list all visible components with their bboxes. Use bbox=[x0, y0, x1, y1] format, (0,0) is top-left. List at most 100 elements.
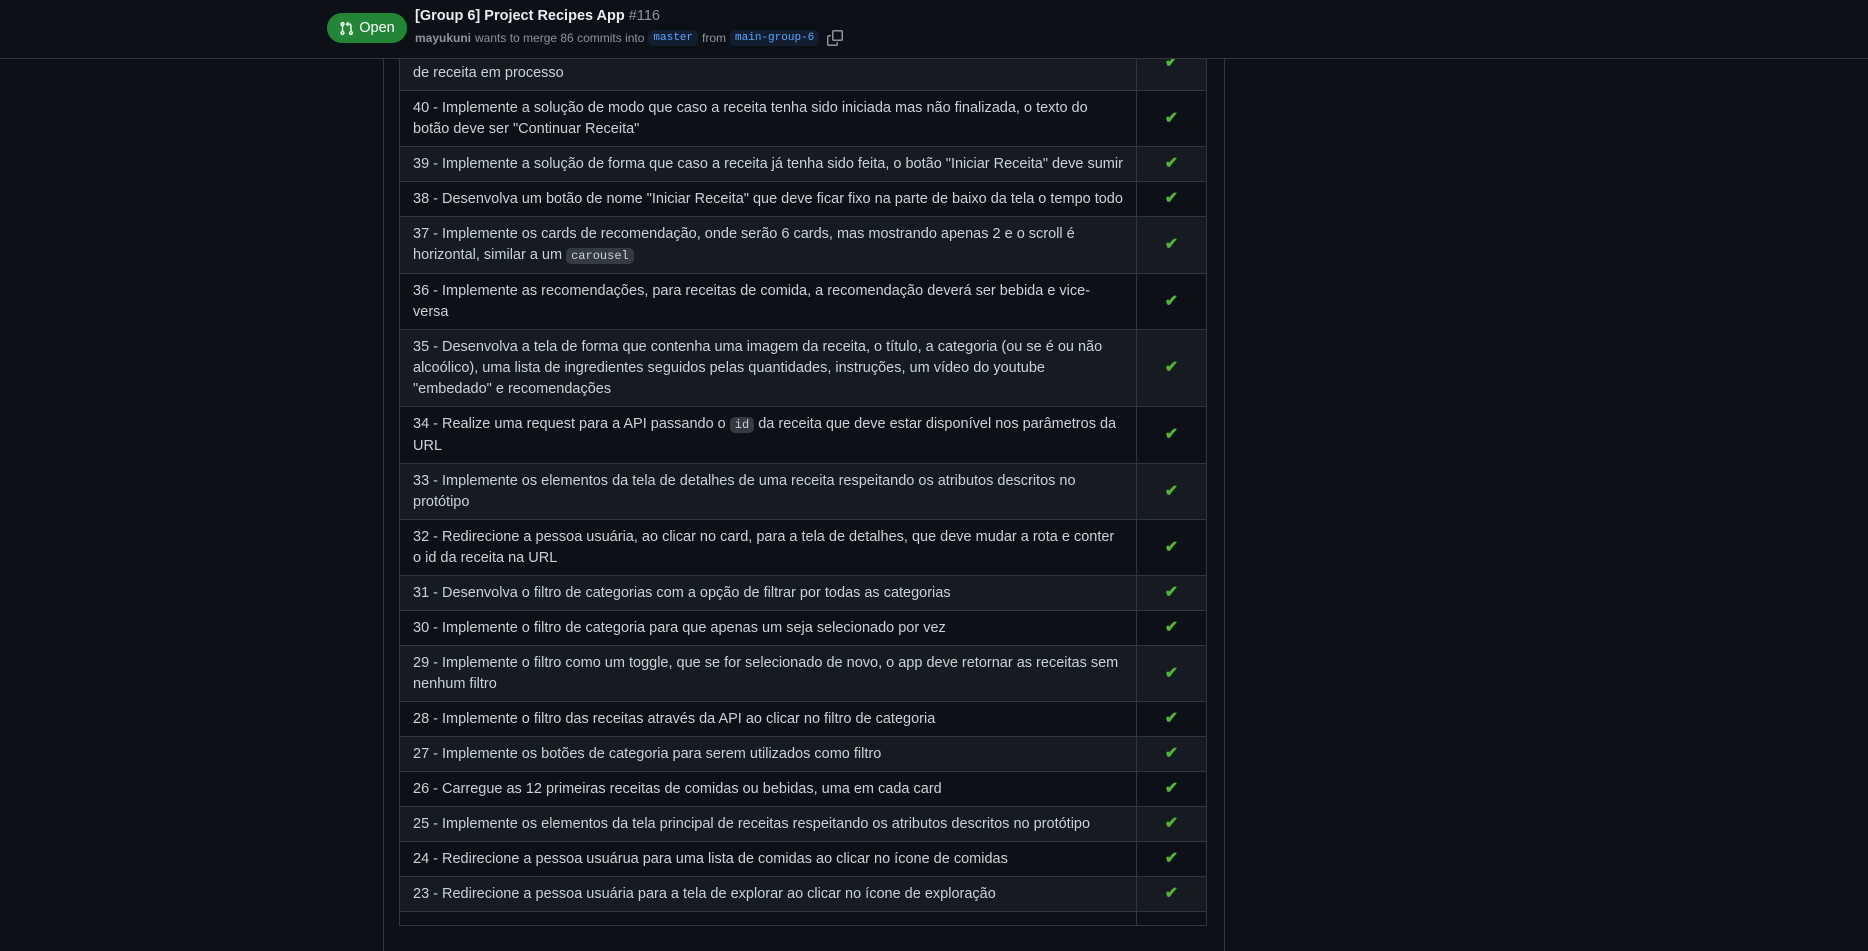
table-row: 39 - Implemente a solução de forma que c… bbox=[399, 146, 1207, 182]
table-row bbox=[399, 911, 1207, 926]
check-mark-icon: ✔ bbox=[1164, 815, 1179, 832]
requirement-text: 25 - Implemente os elementos da tela pri… bbox=[413, 816, 1091, 832]
table-row: 24 - Redirecione a pessoa usuárua para u… bbox=[399, 841, 1207, 877]
check-mark-icon: ✔ bbox=[1164, 850, 1179, 867]
requirement-text: 36 - Implemente as recomendações, para r… bbox=[413, 283, 1091, 320]
table-row: 31 - Desenvolva o filtro de categorias c… bbox=[399, 575, 1207, 611]
requirement-text: 40 - Implemente a solução de modo que ca… bbox=[413, 100, 1088, 137]
requirement-text: 32 - Redirecione a pessoa usuária, ao cl… bbox=[413, 529, 1115, 566]
requirement-cell: 28 - Implemente o filtro das receitas at… bbox=[399, 701, 1137, 737]
check-mark-icon: ✔ bbox=[1164, 109, 1179, 127]
requirement-cell: 31 - Desenvolva o filtro de categorias c… bbox=[399, 575, 1137, 611]
pr-author-link[interactable]: mayukuni bbox=[415, 31, 471, 45]
requirement-text: 27 - Implemente os botões de categoria p… bbox=[413, 746, 882, 762]
check-mark-icon: ✔ bbox=[1164, 426, 1179, 443]
requirement-cell: 39 - Implemente a solução de forma que c… bbox=[399, 146, 1137, 182]
status-cell: ✔ bbox=[1136, 519, 1207, 576]
requirement-cell bbox=[399, 911, 1137, 926]
requirement-cell: 24 - Redirecione a pessoa usuárua para u… bbox=[399, 841, 1137, 877]
requirement-text: 33 - Implemente os elementos da tela de … bbox=[413, 473, 1076, 510]
table-row: 36 - Implemente as recomendações, para r… bbox=[399, 273, 1207, 330]
requirement-text: 23 - Redirecione a pessoa usuária para a… bbox=[413, 886, 996, 902]
check-mark-icon: ✔ bbox=[1164, 292, 1179, 310]
requirement-cell: 40 - Implemente a solução de modo que ca… bbox=[399, 90, 1137, 147]
requirement-cell: 32 - Redirecione a pessoa usuária, ao cl… bbox=[399, 519, 1137, 576]
requirement-cell: 35 - Desenvolva a tela de forma que cont… bbox=[399, 329, 1137, 407]
pr-number: #116 bbox=[628, 8, 660, 24]
table-row: 33 - Implemente os elementos da tela de … bbox=[399, 463, 1207, 520]
requirement-cell: 34 - Realize uma request para a API pass… bbox=[399, 406, 1137, 464]
merge-description: wants to merge 86 commits into bbox=[475, 31, 645, 45]
requirement-cell: 36 - Implemente as recomendações, para r… bbox=[399, 273, 1137, 330]
status-cell: ✔ bbox=[1136, 90, 1207, 147]
status-cell: ✔ bbox=[1136, 575, 1207, 611]
table-row: 25 - Implemente os elementos da tela pri… bbox=[399, 806, 1207, 842]
inline-code: carousel bbox=[566, 248, 634, 264]
check-mark-icon: ✔ bbox=[1164, 745, 1179, 762]
table-row: 32 - Redirecione a pessoa usuária, ao cl… bbox=[399, 519, 1207, 576]
requirement-text: 31 - Desenvolva o filtro de categorias c… bbox=[413, 585, 951, 601]
requirement-text: 30 - Implemente o filtro de categoria pa… bbox=[413, 620, 946, 636]
requirement-cell: 29 - Implemente o filtro como um toggle,… bbox=[399, 645, 1137, 702]
table-row: 35 - Desenvolva a tela de forma que cont… bbox=[399, 329, 1207, 407]
requirement-text: 28 - Implemente o filtro das receitas at… bbox=[413, 711, 936, 727]
requirement-text: 39 - Implemente a solução de forma que c… bbox=[413, 156, 1123, 172]
table-row: 37 - Implemente os cards de recomendação… bbox=[399, 216, 1207, 274]
check-mark-icon: ✔ bbox=[1164, 482, 1179, 500]
requirements-table-body: 42 - Implemente um botão de compartilhar… bbox=[399, 0, 1207, 926]
status-cell: ✔ bbox=[1136, 329, 1207, 407]
status-cell: ✔ bbox=[1136, 181, 1207, 217]
check-mark-icon: ✔ bbox=[1164, 236, 1179, 253]
status-cell: ✔ bbox=[1136, 610, 1207, 646]
status-cell: ✔ bbox=[1136, 771, 1207, 807]
check-mark-icon: ✔ bbox=[1164, 710, 1179, 727]
requirement-cell: 23 - Redirecione a pessoa usuária para a… bbox=[399, 876, 1137, 912]
pr-state-badge[interactable]: Open bbox=[327, 13, 407, 43]
table-row: 23 - Redirecione a pessoa usuária para a… bbox=[399, 876, 1207, 912]
pr-title-text: [Group 6] Project Recipes App bbox=[415, 8, 625, 24]
requirement-cell: 37 - Implemente os cards de recomendação… bbox=[399, 216, 1137, 274]
check-mark-icon: ✔ bbox=[1164, 664, 1179, 682]
table-row: 38 - Desenvolva um botão de nome "Inicia… bbox=[399, 181, 1207, 217]
check-mark-icon: ✔ bbox=[1164, 359, 1179, 376]
status-cell: ✔ bbox=[1136, 216, 1207, 274]
check-mark-icon: ✔ bbox=[1164, 190, 1179, 207]
pr-state-label: Open bbox=[359, 20, 395, 36]
status-cell: ✔ bbox=[1136, 841, 1207, 877]
pr-title[interactable]: [Group 6] Project Recipes App #116 bbox=[415, 8, 660, 24]
status-cell bbox=[1136, 911, 1207, 926]
requirement-cell: 30 - Implemente o filtro de categoria pa… bbox=[399, 610, 1137, 646]
requirement-text: 38 - Desenvolva um botão de nome "Inicia… bbox=[413, 191, 1123, 207]
table-row: 27 - Implemente os botões de categoria p… bbox=[399, 736, 1207, 772]
requirement-text: 35 - Desenvolva a tela de forma que cont… bbox=[413, 339, 1103, 397]
pr-sticky-header: Open [Group 6] Project Recipes App #116 … bbox=[0, 0, 1868, 59]
requirement-cell: 25 - Implemente os elementos da tela pri… bbox=[399, 806, 1137, 842]
table-row: 28 - Implemente o filtro das receitas at… bbox=[399, 701, 1207, 737]
requirement-text: 24 - Redirecione a pessoa usuárua para u… bbox=[413, 851, 1008, 867]
status-cell: ✔ bbox=[1136, 876, 1207, 912]
status-cell: ✔ bbox=[1136, 806, 1207, 842]
table-row: 26 - Carregue as 12 primeiras receitas d… bbox=[399, 771, 1207, 807]
copy-icon[interactable] bbox=[827, 30, 844, 46]
requirement-text: 26 - Carregue as 12 primeiras receitas d… bbox=[413, 781, 942, 797]
head-branch-label[interactable]: main-group-6 bbox=[730, 30, 820, 46]
requirements-table: 42 - Implemente um botão de compartilhar… bbox=[399, 0, 1207, 926]
check-mark-icon: ✔ bbox=[1164, 780, 1179, 797]
requirement-cell: 27 - Implemente os botões de categoria p… bbox=[399, 736, 1137, 772]
pr-merge-info: mayukuni wants to merge 86 commits into … bbox=[415, 30, 844, 46]
requirement-cell: 33 - Implemente os elementos da tela de … bbox=[399, 463, 1137, 520]
status-cell: ✔ bbox=[1136, 701, 1207, 737]
requirement-cell: 26 - Carregue as 12 primeiras receitas d… bbox=[399, 771, 1137, 807]
status-cell: ✔ bbox=[1136, 273, 1207, 330]
check-mark-icon: ✔ bbox=[1164, 538, 1179, 556]
base-branch-label[interactable]: master bbox=[648, 30, 699, 46]
check-mark-icon: ✔ bbox=[1164, 619, 1179, 636]
table-row: 29 - Implemente o filtro como um toggle,… bbox=[399, 645, 1207, 702]
requirement-cell: 38 - Desenvolva um botão de nome "Inicia… bbox=[399, 181, 1137, 217]
table-row: 40 - Implemente a solução de modo que ca… bbox=[399, 90, 1207, 147]
requirement-text: 29 - Implemente o filtro como um toggle,… bbox=[413, 655, 1119, 692]
check-mark-icon: ✔ bbox=[1164, 885, 1179, 902]
table-row: 30 - Implemente o filtro de categoria pa… bbox=[399, 610, 1207, 646]
status-cell: ✔ bbox=[1136, 406, 1207, 464]
status-cell: ✔ bbox=[1136, 146, 1207, 182]
